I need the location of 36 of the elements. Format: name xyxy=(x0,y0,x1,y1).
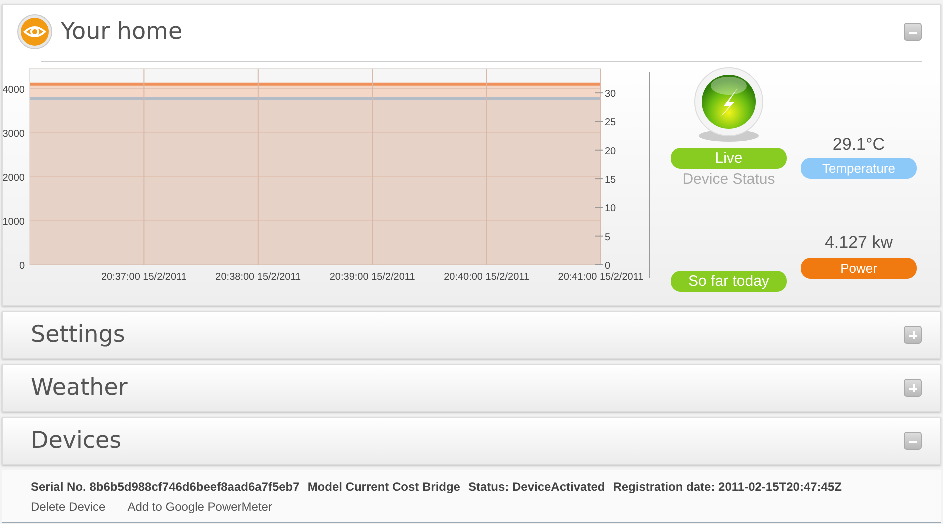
eye-icon xyxy=(17,14,53,50)
device-action-link[interactable]: Delete Device xyxy=(31,500,106,514)
y-axis-label: 4000 xyxy=(2,84,25,96)
y-axis-label: 15 xyxy=(605,175,616,186)
x-axis-label: 20:40:00 15/2/2011 xyxy=(444,272,530,283)
x-axis-label: 20:38:00 15/2/2011 xyxy=(216,272,302,283)
device-detail: Serial No. 8b6b5d988cf746d6beef8aad6a7f5eb7 xyxy=(31,480,300,494)
collapse-button[interactable] xyxy=(904,432,922,450)
status-caption: Device Status xyxy=(682,171,776,188)
device-action-link[interactable]: Add to Google PowerMeter xyxy=(128,500,272,514)
x-axis-label: 20:39:00 15/2/2011 xyxy=(330,272,416,283)
expand-button[interactable] xyxy=(904,379,922,397)
panel-title: Your home xyxy=(61,19,184,45)
x-axis-label: 20:41:00 15/2/2011 xyxy=(558,272,644,283)
today-pill: So far today xyxy=(671,271,787,292)
y-axis-label: 30 xyxy=(605,89,616,100)
temperature-label: Temperature xyxy=(801,158,917,178)
y-axis-label: 3000 xyxy=(2,128,25,140)
x-axis-label: 20:37:00 15/2/2011 xyxy=(101,272,187,283)
y-axis-label: 1000 xyxy=(2,216,25,228)
y-axis-label: 0 xyxy=(19,261,25,272)
status-pill: Live xyxy=(671,148,787,169)
y-axis-label: 0 xyxy=(605,261,611,272)
device-detail: Model Current Cost Bridge xyxy=(308,480,460,494)
expand-button[interactable] xyxy=(904,326,922,344)
y-axis-label: 20 xyxy=(605,146,616,158)
y-axis-label: 10 xyxy=(605,204,616,215)
power-value: 4.127 kw xyxy=(824,232,894,254)
power-label: Power xyxy=(801,258,917,278)
device-detail: Registration date: 2011-02-15T20:47:45Z xyxy=(613,480,842,494)
y-axis-label: 25 xyxy=(605,118,616,129)
y-axis-label: 5 xyxy=(605,232,611,244)
device-detail: Status: DeviceActivated xyxy=(468,480,606,494)
collapse-button[interactable] xyxy=(904,23,922,41)
temperature-value: 29.1°C xyxy=(832,134,886,156)
y-axis-label: 2000 xyxy=(2,172,25,184)
